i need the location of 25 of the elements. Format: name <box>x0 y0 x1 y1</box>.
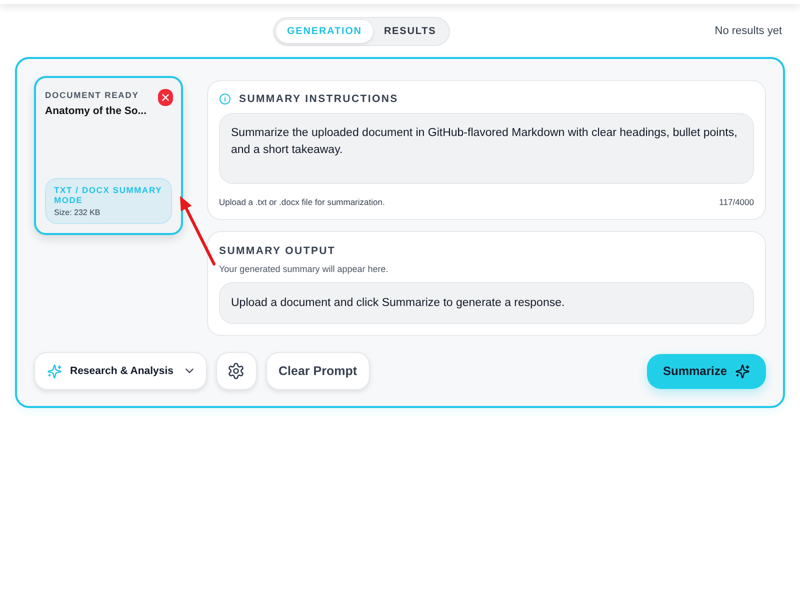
file-size: Size: 232 KB <box>54 208 102 217</box>
character-count: 117/4000 <box>719 197 754 207</box>
document-title: Anatomy of the So... <box>45 105 148 117</box>
section-title: SUMMARY OUTPUT <box>219 245 337 257</box>
mode-label: TXT / DOCX SUMMARY MODE <box>54 185 163 205</box>
upload-hint: Upload a .txt or .docx file for summarization. <box>219 197 385 207</box>
tab[interactable]: RESULTS <box>372 20 448 42</box>
settings-icon <box>227 362 245 380</box>
remove-document-button[interactable] <box>158 89 173 106</box>
close-icon <box>162 94 169 101</box>
info-icon <box>219 93 231 105</box>
annotation-arrow <box>179 195 217 267</box>
mode-dropdown[interactable]: Research & Analysis <box>34 352 206 390</box>
chevron-down-icon <box>184 368 194 374</box>
instructions-field[interactable]: Summarize the uploaded document in GitHub-flavored Markdown with clear headings, bullet points, and a short takeaway. <box>219 113 754 184</box>
document-status: DOCUMENT READY <box>45 89 139 100</box>
results-status: No results yet <box>714 25 782 37</box>
section-title: SUMMARY INSTRUCTIONS <box>239 93 398 105</box>
sparkles-icon <box>47 364 62 378</box>
output-description: Your generated summary will appear here. <box>219 264 390 274</box>
settings-button[interactable] <box>216 352 256 390</box>
sparkles-icon <box>735 364 750 378</box>
clear-prompt-button[interactable]: Clear Prompt <box>266 352 370 390</box>
output-message: Upload a document and click Summarize to generate a response. <box>231 297 565 309</box>
summarize-button[interactable]: Summarize <box>647 354 766 388</box>
